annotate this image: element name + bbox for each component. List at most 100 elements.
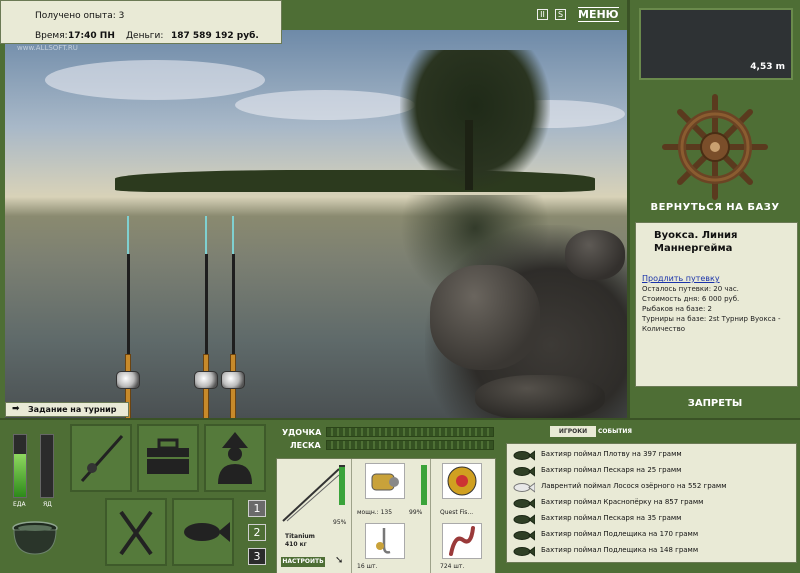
rod-tile[interactable] [70, 424, 132, 492]
ship-wheel-icon[interactable] [660, 92, 770, 202]
money-value: 187 589 192 руб. [171, 31, 259, 41]
return-to-base-button[interactable]: ВЕРНУТЬСЯ НА БАЗУ [630, 202, 800, 213]
reel-slot[interactable]: мощн.: 135 99% 16 шт. [353, 459, 431, 573]
page-button-3[interactable]: 3 [248, 548, 266, 565]
rod-tip [127, 216, 129, 254]
depth-display: 4,53 m [639, 8, 793, 80]
log-entry: Бахтияр поймал Подлещика на 170 грамм [511, 528, 791, 542]
menu-button[interactable]: МЕНЮ [578, 7, 619, 22]
depth-value: 4,53 m [750, 62, 785, 72]
pause-button[interactable]: II [537, 9, 548, 20]
tackle-box-tile[interactable] [137, 424, 199, 492]
rod-tension-bar [326, 427, 494, 437]
arrow-down-right-icon: ➘ [335, 555, 344, 566]
worm-bait-icon [449, 526, 475, 556]
reel-icon [371, 473, 399, 491]
gear-slots: 95% Titanium 410 кг НАСТРОИТЬ ➘ мощн.: 1… [276, 458, 496, 573]
food-tile[interactable] [105, 498, 167, 566]
line-label: ЛЕСКА [290, 441, 321, 450]
rod-blank [205, 254, 208, 354]
reel-condition-fill [421, 465, 427, 505]
bait-count: 724 шт. [440, 563, 465, 570]
rod-image [282, 468, 340, 522]
log-entry: Лаврентий поймал Лосося озёрного на 552 … [511, 480, 791, 494]
log-entry: Бахтияр поймал Пескаря на 25 грамм [511, 464, 791, 478]
rod-condition-bar [339, 465, 345, 505]
log-entry: Бахтияр поймал Плотву на 397 грамм [511, 448, 791, 462]
reel-condition: 99% [409, 509, 423, 516]
cloud [45, 60, 265, 100]
fishers-count: Рыбаков на базе: 2 [642, 305, 712, 313]
tournament-task-button[interactable]: ➡ Задание на турнир [5, 402, 129, 417]
arrow-right-icon: ➡ [12, 404, 20, 414]
cauldron-icon[interactable] [10, 518, 60, 558]
rod-tip [205, 216, 207, 254]
reel-image [365, 463, 405, 499]
reel-power: мощн.: 135 [357, 509, 393, 516]
log-entry-text: Бахтияр поймал Плотву на 397 грамм [541, 450, 682, 458]
extend-permit-link[interactable]: Продлить путевку [642, 273, 791, 284]
line-tension-bar [326, 440, 494, 450]
bottom-panel: ЕДА ЯД 1 2 3 УДОЧКА ЛЕСКА 95% Titanium 4… [0, 418, 800, 573]
money-label: Деньги: [126, 31, 164, 41]
sound-button[interactable]: S [555, 9, 566, 20]
log-entry-text: Лаврентий поймал Лосося озёрного на 552 … [541, 482, 727, 490]
player-info-panel: Получено опыта: 3 Время: 17:40 ПН Деньги… [0, 0, 282, 44]
bait-image [442, 523, 482, 559]
log-entry-text: Бахтияр поймал Подлещика на 148 грамм [541, 546, 699, 554]
hook-icon [376, 528, 391, 554]
hook-image [365, 523, 405, 559]
reel-condition-bar [421, 465, 427, 505]
boulder [475, 375, 605, 418]
rod-label: УДОЧКА [282, 428, 322, 437]
page-button-1[interactable]: 1 [248, 500, 266, 517]
page-button-2[interactable]: 2 [248, 524, 266, 541]
setup-button[interactable]: НАСТРОИТЬ [281, 557, 325, 567]
location-info: Вуокса. Линия Маннергейма Продлить путев… [635, 222, 798, 387]
fisherman-tile[interactable] [204, 424, 266, 492]
log-entry: Бахтияр поймал Пескаря на 35 грамм [511, 512, 791, 526]
poison-meter [40, 434, 54, 498]
restrictions-button[interactable]: ЗАПРЕТЫ [630, 398, 800, 409]
poison-label: ЯД [43, 501, 52, 508]
fish-icon [184, 522, 230, 542]
rod-weight: 410 кг [285, 541, 307, 548]
log-entry-text: Бахтияр поймал Подлещика на 170 грамм [541, 530, 699, 538]
day-cost: Стоимость дня: 6 000 руб. [642, 295, 740, 303]
fisherman-icon [218, 432, 252, 484]
right-panel: 4,53 m ВЕРНУТЬСЯ НА БАЗУ Вуокса. Линия М… [627, 0, 800, 418]
tab-events[interactable]: СОБЫТИЯ [598, 426, 632, 437]
permit-remaining: Осталось путевки: 20 час. [642, 285, 739, 293]
gear-panel: УДОЧКА ЛЕСКА 95% Titanium 410 кг НАСТРОИ… [276, 422, 497, 573]
food-label: ЕДА [13, 501, 26, 508]
rod-condition: 95% [333, 519, 347, 526]
rod-slot[interactable]: 95% Titanium 410 кг НАСТРОИТЬ ➘ [277, 459, 352, 573]
location-name: Вуокса. Линия Маннергейма [654, 230, 738, 254]
fish-icon [513, 530, 535, 541]
fish-icon [513, 546, 535, 557]
line-slot[interactable]: Quest Fis... 724 шт. [432, 459, 496, 573]
tab-players[interactable]: ИГРОКИ [550, 426, 596, 437]
time-value: 17:40 ПН [68, 31, 115, 41]
boulder [430, 265, 540, 370]
fishing-rod-1[interactable] [113, 216, 143, 418]
boulder [565, 230, 625, 280]
food-meter-fill [14, 453, 26, 497]
catch-log-panel: ИГРОКИ СОБЫТИЯ Бахтияр поймал Плотву на … [502, 420, 800, 573]
fishing-rod-2[interactable] [191, 216, 221, 418]
line-image [442, 463, 482, 499]
log-entry-text: Бахтияр поймал Краснопёрку на 857 грамм [541, 498, 704, 506]
fishing-rod-3[interactable] [218, 216, 248, 418]
log-entry-text: Бахтияр поймал Пескаря на 25 грамм [541, 466, 682, 474]
reel-icon [221, 371, 245, 389]
fishing-rod-icon [80, 435, 124, 482]
fishing-line-spool-icon [447, 466, 477, 496]
rod-condition-fill [339, 467, 345, 505]
game-screen: www.ALLSOFT.RU Получено опыта: 3 Время: … [0, 0, 800, 573]
food-meter [13, 434, 27, 498]
fish-tile[interactable] [172, 498, 234, 566]
tree-island [400, 50, 550, 190]
tournaments: Турниры на базе: 2st Турнир Вуокса - Кол… [642, 315, 781, 333]
lake-scene[interactable]: www.ALLSOFT.RU [5, 30, 627, 418]
rod-name: Titanium [285, 533, 315, 540]
